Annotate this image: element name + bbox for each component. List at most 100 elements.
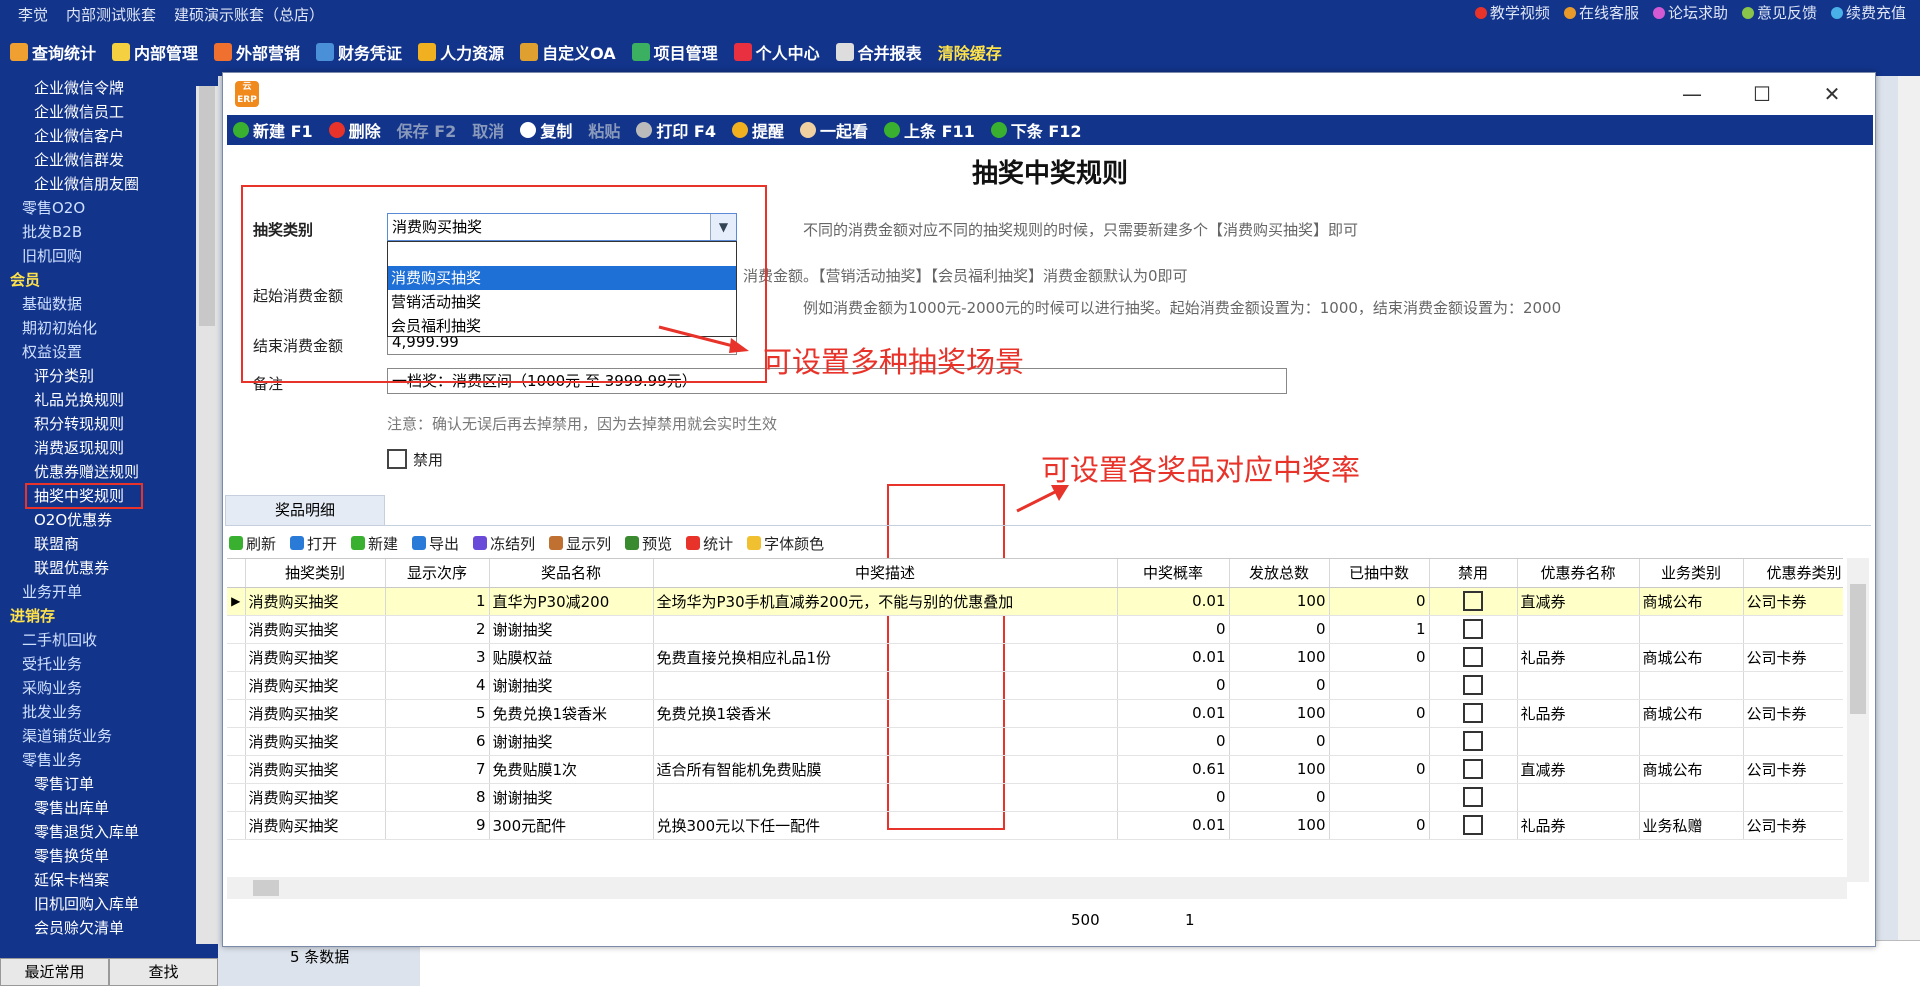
row-checkbox[interactable] xyxy=(1463,815,1483,835)
sidebar-item[interactable]: 礼品兑换规则 xyxy=(0,388,218,412)
sidebar-item[interactable]: 消费返现规则 xyxy=(0,436,218,460)
row-checkbox[interactable] xyxy=(1463,731,1483,751)
sidebar-item[interactable]: 抽奖中奖规则 xyxy=(25,483,143,509)
top-link[interactable]: 教学视频 xyxy=(1474,2,1550,23)
sidebar-item[interactable]: 零售业务 xyxy=(0,748,218,772)
grid-toolbar-button[interactable]: 字体颜色 xyxy=(747,533,824,554)
row-checkbox[interactable] xyxy=(1463,675,1483,695)
menu-item[interactable]: 自定义OA xyxy=(520,40,616,64)
sidebar-item[interactable]: 企业微信员工 xyxy=(0,100,218,124)
tab-recent[interactable]: 最近常用 xyxy=(0,958,109,986)
sidebar-item[interactable]: 渠道铺货业务 xyxy=(0,724,218,748)
sidebar-item[interactable]: 评分类别 xyxy=(0,364,218,388)
minimize-icon[interactable]: — xyxy=(1657,79,1727,109)
menu-item[interactable]: 财务凭证 xyxy=(316,40,402,64)
grid-vertical-scrollbar[interactable] xyxy=(1847,558,1869,882)
sidebar-item[interactable]: 权益设置 xyxy=(0,340,218,364)
sidebar-item[interactable]: 联盟商 xyxy=(0,532,218,556)
grid-toolbar-button[interactable]: 冻结列 xyxy=(473,533,535,554)
tab-prize-details[interactable]: 奖品明细 xyxy=(225,495,385,525)
scroll-thumb[interactable] xyxy=(253,880,279,896)
toolbar-button[interactable]: 下条 F12 xyxy=(990,118,1082,142)
column-header[interactable]: 中奖描述 xyxy=(653,559,1118,588)
column-header[interactable]: 抽奖类别 xyxy=(245,559,386,588)
column-header[interactable]: 中奖概率 xyxy=(1117,559,1230,588)
menu-item[interactable]: 项目管理 xyxy=(631,40,718,64)
sidebar-item[interactable]: 进销存 xyxy=(0,604,218,628)
sidebar-item[interactable]: 优惠券赠送规则 xyxy=(0,460,218,484)
sidebar-item[interactable]: 会员 xyxy=(0,268,218,292)
column-header[interactable]: 禁用 xyxy=(1429,559,1518,588)
sidebar-item[interactable]: 联盟优惠券 xyxy=(0,556,218,580)
top-link[interactable]: 在线客服 xyxy=(1563,2,1639,23)
table-row[interactable]: 消费购买抽奖 3 贴膜权益 免费直接兑换相应礼品1份 0.01 100 0 礼品券 商城公布 公司… xyxy=(227,643,1843,672)
sidebar-item[interactable]: 旧机回购入库单 xyxy=(0,892,218,916)
toolbar-button[interactable]: 一起看 xyxy=(800,118,868,142)
scroll-thumb[interactable] xyxy=(199,86,215,326)
sidebar-item[interactable]: 采购业务 xyxy=(0,676,218,700)
table-row[interactable]: 消费购买抽奖 9 300元配件 兑换300元以下任一配件 0.01 100 0 礼品券 业务私赠… xyxy=(227,811,1843,840)
sidebar-item[interactable]: 业务开单 xyxy=(0,580,218,604)
sidebar-item[interactable]: 零售出库单 xyxy=(0,796,218,820)
top-link[interactable]: 续费充值 xyxy=(1830,2,1906,23)
menu-item[interactable]: 合并报表 xyxy=(835,40,922,64)
sidebar-item[interactable]: 二手机回收 xyxy=(0,628,218,652)
table-row[interactable]: 消费购买抽奖 7 免费贴膜1次 适合所有智能机免费贴膜 0.61 100 0 直减券 商城公布公… xyxy=(227,755,1843,784)
sidebar-item[interactable]: 零售退货入库单 xyxy=(0,820,218,844)
maximize-icon[interactable]: ☐ xyxy=(1727,79,1797,109)
table-row[interactable]: 消费购买抽奖 8 谢谢抽奖 0 0 xyxy=(227,783,1843,812)
grid-toolbar-button[interactable]: 打开 xyxy=(290,533,337,554)
close-icon[interactable]: ✕ xyxy=(1797,79,1867,109)
workspace-scrollbar[interactable] xyxy=(1898,60,1920,986)
sidebar-item[interactable]: 零售订单 xyxy=(0,772,218,796)
column-header[interactable]: 优惠券类别 xyxy=(1743,559,1843,588)
sidebar-item[interactable]: 企业微信朋友圈 xyxy=(0,172,218,196)
column-header[interactable]: 奖品名称 xyxy=(489,559,654,588)
grid-toolbar-button[interactable]: 预览 xyxy=(625,533,672,554)
column-header[interactable]: 优惠券名称 xyxy=(1517,559,1640,588)
column-header[interactable]: 业务类别 xyxy=(1639,559,1744,588)
menu-item[interactable]: 外部营销 xyxy=(214,40,300,64)
sidebar-item[interactable]: 批发B2B xyxy=(0,220,218,244)
menu-item[interactable]: 人力资源 xyxy=(418,40,504,64)
column-header[interactable]: 已抽中数 xyxy=(1329,559,1430,588)
toolbar-button[interactable]: 上条 F11 xyxy=(884,118,975,142)
sidebar-item[interactable]: 延保卡档案 xyxy=(0,868,218,892)
sidebar-item[interactable]: 企业微信令牌 xyxy=(0,76,218,100)
row-checkbox[interactable] xyxy=(1463,619,1483,639)
top-link[interactable]: 意见反馈 xyxy=(1741,2,1817,23)
row-checkbox[interactable] xyxy=(1463,703,1483,723)
disable-checkbox[interactable] xyxy=(387,449,407,469)
row-checkbox[interactable] xyxy=(1463,591,1483,611)
menu-item[interactable]: 清除缓存 xyxy=(938,40,1002,64)
sidebar-item[interactable]: 受托业务 xyxy=(0,652,218,676)
grid-toolbar-button[interactable]: 导出 xyxy=(412,533,459,554)
table-row[interactable]: ▶ 消费购买抽奖 1 直华为P30减200 全场华为P30手机直减券200元，不能与别的… xyxy=(227,587,1843,616)
toolbar-button[interactable]: 打印 F4 xyxy=(636,118,716,142)
row-checkbox[interactable] xyxy=(1463,759,1483,779)
column-header[interactable]: 显示次序 xyxy=(385,559,490,588)
table-row[interactable]: 消费购买抽奖 2 谢谢抽奖 0 0 1 xyxy=(227,615,1843,644)
column-header[interactable]: 发放总数 xyxy=(1229,559,1330,588)
toolbar-button[interactable]: 删除 xyxy=(328,118,381,142)
table-row[interactable]: 消费购买抽奖 5 免费兑换1袋香米 免费兑换1袋香米 0.01 100 0 礼品券 商城公布 公司… xyxy=(227,699,1843,728)
sidebar-item[interactable]: 期初初始化 xyxy=(0,316,218,340)
grid-horizontal-scrollbar[interactable] xyxy=(227,877,1847,899)
sidebar-item[interactable]: O2O优惠券 xyxy=(0,508,218,532)
sidebar-item[interactable]: 零售O2O xyxy=(0,196,218,220)
row-checkbox[interactable] xyxy=(1463,787,1483,807)
grid-toolbar-button[interactable]: 新建 xyxy=(351,533,398,554)
sidebar-item[interactable]: 基础数据 xyxy=(0,292,218,316)
sidebar-item[interactable]: 零售换货单 xyxy=(0,844,218,868)
sidebar-item[interactable]: 企业微信客户 xyxy=(0,124,218,148)
grid-toolbar-button[interactable]: 显示列 xyxy=(549,533,611,554)
sidebar-item[interactable]: 积分转现规则 xyxy=(0,412,218,436)
grid-toolbar-button[interactable]: 统计 xyxy=(686,533,733,554)
menu-item[interactable]: 个人中心 xyxy=(733,40,820,64)
toolbar-button[interactable]: 提醒 xyxy=(731,118,784,142)
sidebar-item[interactable]: 会员赊欠清单 xyxy=(0,916,218,940)
toolbar-button[interactable]: 复制 xyxy=(520,118,572,142)
sidebar-scrollbar[interactable] xyxy=(196,86,218,944)
table-row[interactable]: 消费购买抽奖 6 谢谢抽奖 0 0 xyxy=(227,727,1843,756)
menu-item[interactable]: 查询统计 xyxy=(10,40,96,64)
